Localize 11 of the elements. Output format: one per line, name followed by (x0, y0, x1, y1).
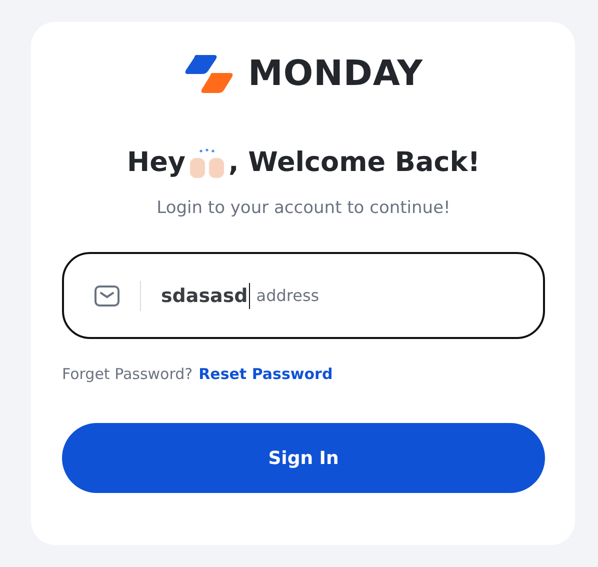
email-field[interactable]: sdasasd address (62, 252, 545, 339)
placeholder-text: address (256, 286, 320, 305)
reset-password-link[interactable]: Reset Password (198, 365, 333, 383)
forgot-text: Forget Password? (62, 365, 193, 383)
mail-icon (94, 284, 120, 306)
subtitle: Login to your account to continue! (156, 198, 450, 218)
logo-text: MONDAY (248, 54, 423, 94)
heading-text: Hey (126, 146, 186, 178)
logo-icon (184, 53, 234, 95)
heading-text: , Welcome Back! (228, 146, 480, 178)
sign-in-button[interactable]: Sign In (62, 423, 545, 493)
